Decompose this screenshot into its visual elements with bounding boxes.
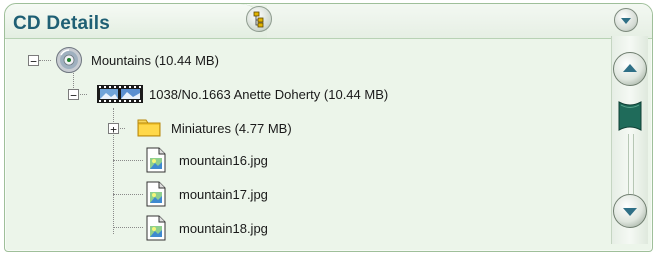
scroll-thumb[interactable] xyxy=(618,100,642,132)
tree-connector xyxy=(113,194,143,195)
scroll-down-button[interactable] xyxy=(613,194,647,228)
chevron-down-icon xyxy=(621,18,631,24)
tree-row-file[interactable]: mountain16.jpg xyxy=(146,145,268,175)
tree-row-album[interactable]: − 1038/No.1663 Anette Doherty (10.44 MB) xyxy=(68,79,388,109)
cd-tree: − Mountains (10.44 MB) − 1038/No.1663 An… xyxy=(0,34,609,253)
tree-label: Mountains (10.44 MB) xyxy=(91,52,219,68)
image-file-icon xyxy=(146,215,166,241)
tree-row-mountains[interactable]: − Mountains (10.44 MB) xyxy=(28,45,219,75)
tree-label: 1038/No.1663 Anette Doherty (10.44 MB) xyxy=(149,86,389,102)
expand-toggle[interactable]: + xyxy=(108,122,119,135)
tree-label: mountain17.jpg xyxy=(179,186,268,202)
tree-view-icon xyxy=(253,11,264,28)
film-strip-icon xyxy=(97,85,143,103)
chevron-up-icon xyxy=(623,64,637,72)
folder-icon xyxy=(137,119,161,137)
tree-connector xyxy=(113,160,143,161)
scroll-up-button[interactable] xyxy=(613,52,647,86)
panel-menu-button[interactable] xyxy=(614,8,638,32)
panel-title: CD Details xyxy=(13,13,111,34)
tree-label: mountain16.jpg xyxy=(179,152,268,168)
image-file-icon xyxy=(146,181,166,207)
collapse-toggle[interactable]: − xyxy=(28,54,39,67)
tree-row-file[interactable]: mountain18.jpg xyxy=(146,213,268,243)
collapse-toggle[interactable]: − xyxy=(68,88,79,101)
image-file-icon xyxy=(146,147,166,173)
tree-label: Miniatures (4.77 MB) xyxy=(171,120,292,136)
scroll-thumb-icon xyxy=(618,101,642,131)
disc-icon xyxy=(56,47,82,73)
tree-row-miniatures[interactable]: + Miniatures (4.77 MB) xyxy=(108,113,292,143)
tree-view-button[interactable] xyxy=(246,6,272,32)
tree-label: mountain18.jpg xyxy=(179,220,268,236)
tree-row-file[interactable]: mountain17.jpg xyxy=(146,179,268,209)
chevron-down-icon xyxy=(623,208,637,216)
scroll-rail xyxy=(628,134,634,194)
tree-connector xyxy=(113,227,143,228)
